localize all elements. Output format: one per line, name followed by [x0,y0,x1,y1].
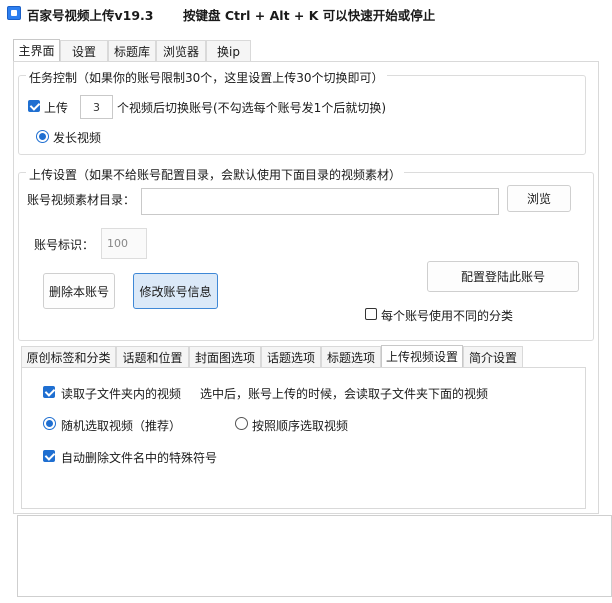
sequential-select-radio[interactable] [235,417,248,430]
subtab-intro-settings[interactable]: 简介设置 [463,346,523,367]
task-control-legend: 任务控制（如果你的账号限制30个，这里设置上传30个切换即可） [26,69,387,86]
tab-settings[interactable]: 设置 [60,40,108,61]
delete-account-button[interactable]: 删除本账号 [43,273,115,309]
read-subfolder-hint: 选中后，账号上传的时候，会读取子文件夹下面的视频 [200,387,489,401]
tab-browser[interactable]: 浏览器 [156,40,206,61]
diff-category-checkbox[interactable] [365,308,377,320]
tab-title-library[interactable]: 标题库 [108,40,156,61]
browse-button[interactable]: 浏览 [507,185,571,212]
tab-main[interactable]: 主界面 [13,39,60,61]
upload-checkbox-label: 上传 [44,101,69,115]
auto-delete-checkbox[interactable] [43,450,55,462]
subtab-topic-options[interactable]: 话题选项 [261,346,321,367]
auto-delete-label: 自动删除文件名中的特殊符号 [61,451,218,465]
subtab-title-options[interactable]: 标题选项 [321,346,381,367]
account-id-input[interactable]: 100 [101,228,147,259]
app-logo-icon [7,6,21,20]
account-id-label: 账号标识： [34,238,95,252]
subtab-cover-options[interactable]: 封面图选项 [189,346,261,367]
upload-checkbox[interactable] [28,100,40,112]
switch-account-hint: 个视频后切换账号(不勾选每个账号发1个后就切换) [117,101,386,115]
log-textarea[interactable] [17,515,612,597]
subtab-original-tags[interactable]: 原创标签和分类 [21,346,116,367]
random-select-label: 随机选取视频（推荐） [61,419,182,433]
tab-change-ip[interactable]: 换ip [206,40,251,61]
upload-count-input[interactable]: 3 [80,95,113,119]
sub-tabstrip: 原创标签和分类 话题和位置 封面图选项 话题选项 标题选项 上传视频设置 简介设… [21,345,523,367]
main-tabstrip: 主界面 设置 标题库 浏览器 换ip [13,39,251,61]
modify-account-button[interactable]: 修改账号信息 [133,273,218,309]
read-subfolder-label: 读取子文件夹内的视频 [61,387,182,401]
diff-category-label: 每个账号使用不同的分类 [381,309,514,323]
config-login-button[interactable]: 配置登陆此账号 [427,261,579,292]
app-title: 百家号视频上传v19.3 [27,8,154,23]
sequential-select-label: 按照顺序选取视频 [252,419,349,433]
subtab-upload-video-settings[interactable]: 上传视频设置 [381,345,463,367]
dir-label: 账号视频素材目录： [27,193,136,207]
subtab-topics-location[interactable]: 话题和位置 [116,346,189,367]
long-video-label: 发长视频 [53,131,102,145]
material-dir-input[interactable] [141,188,499,215]
upload-settings-legend: 上传设置（如果不给账号配置目录，会默认使用下面目录的视频素材） [26,166,405,183]
read-subfolder-checkbox[interactable] [43,386,55,398]
hotkey-hint: 按键盘 Ctrl + Alt + K 可以快速开始或停止 [183,8,436,23]
random-select-radio[interactable] [43,417,56,430]
long-video-radio[interactable] [36,130,49,143]
